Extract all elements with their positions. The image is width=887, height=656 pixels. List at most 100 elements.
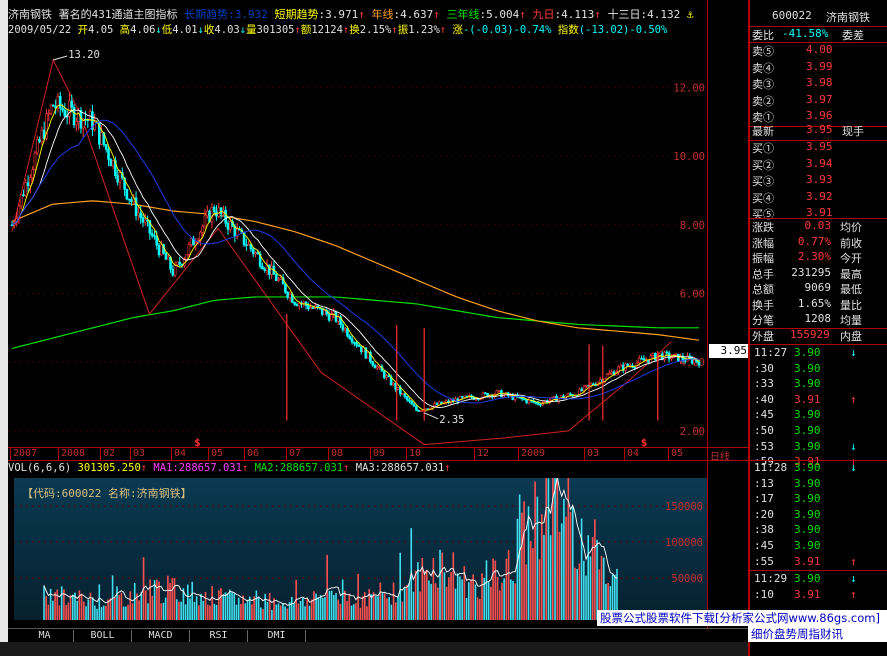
candle-body (263, 268, 267, 271)
stat-label: 总手 (752, 267, 774, 281)
tab-dmi[interactable]: DMI (248, 630, 306, 642)
sell-row: 卖⑤ 4.00 (750, 43, 887, 59)
tick-time: :45 (754, 539, 774, 552)
candle-body (210, 206, 214, 223)
candle-body (408, 399, 411, 402)
tick-time: :55 (754, 554, 774, 568)
price-chart[interactable]: 12.0010.008.006.004.002.0013.202.35$$ (8, 36, 708, 448)
turnover-value: 2.15% (359, 24, 392, 36)
stat-row: 涨跌 0.03 均价 (750, 219, 887, 235)
buy-level-price: 3.95 (806, 140, 833, 153)
watermark-banner[interactable]: 股票公式股票软件下载[分析家公式网www.86gs.com] (597, 610, 887, 626)
amplitude-value: 1.23% (408, 24, 440, 36)
low-label: 低 (161, 24, 173, 36)
candle-body (307, 305, 310, 310)
candle-body (642, 358, 646, 361)
three-year-value: :5.004 (479, 8, 520, 21)
date-tick-label: 09 (370, 448, 385, 460)
candle-body (284, 283, 287, 293)
price-axis-line (707, 0, 708, 628)
candle-body (279, 277, 283, 280)
candle-body (137, 212, 140, 216)
thirteen-day-value: :4.132 (640, 8, 681, 21)
candle-body (341, 324, 345, 331)
latest-row: 最新 3.95 现手 (750, 123, 887, 139)
tick-row: :40 3.91 ↑ (750, 393, 887, 409)
candle-body (353, 341, 356, 344)
candle-body (536, 402, 540, 405)
stat-row: 换手 1.65% 量比 (750, 297, 887, 313)
candle-body (118, 172, 122, 183)
tick-row: :17 3.90 (750, 492, 887, 508)
candle-body (359, 346, 363, 353)
tick-row: 11:29 3.90 ↓ (750, 572, 887, 588)
tick-price: 3.90 (794, 539, 821, 552)
candle-body (286, 292, 290, 298)
tick-time: :10 (754, 587, 774, 601)
turnover-label: 换 (349, 24, 360, 36)
candle-body (697, 361, 701, 366)
date-tick-label: 2009 (518, 448, 545, 460)
candle-body (619, 364, 623, 368)
tab-macd[interactable]: MACD (132, 630, 190, 642)
amplitude-label: 振 (397, 24, 409, 36)
tab-ma[interactable]: MA (16, 630, 74, 642)
year-line-label: 年线 (371, 8, 394, 21)
stat-label: 涨幅 (752, 236, 774, 250)
date-tick-label: 04 (171, 448, 186, 460)
tab-boll[interactable]: BOLL (74, 630, 132, 642)
trough-annotation: 2.35 (439, 414, 464, 426)
buy-row: 买④ 3.92 (750, 190, 887, 206)
candle-body (346, 328, 349, 337)
tick-price: 3.90 (794, 523, 821, 537)
candle-body (323, 310, 326, 315)
tab-rsi[interactable]: RSI (190, 630, 248, 642)
stat-label: 换手 (752, 298, 774, 312)
tick-row: :38 3.90 (750, 523, 887, 539)
candle-body (35, 139, 39, 154)
panel-header: 600022 济南钢铁 (750, 9, 887, 25)
candle-body (293, 301, 296, 305)
lock-icon[interactable]: ⚓ (687, 8, 694, 21)
stat-label-2: 最高 (840, 267, 862, 281)
tick-price: 3.90 (794, 346, 821, 359)
volume-value: 301305 (256, 24, 295, 36)
candle-body (497, 390, 501, 392)
candle-body (171, 268, 175, 276)
candle-body (212, 206, 216, 213)
ma-year-line (11, 200, 700, 341)
stat-value: 231295 (791, 265, 831, 279)
amount-value: 12124 (311, 24, 343, 36)
ma1-label: MA1: (153, 462, 179, 474)
candle-body (157, 244, 161, 256)
stat-row: 涨幅 0.77% 前收 (750, 235, 887, 251)
candle-body (297, 302, 301, 307)
weibi-row: 委比 -41.58% 委差 (750, 27, 887, 43)
candle-body (22, 194, 25, 196)
candle-body (104, 144, 108, 150)
change-value: -(-0.03)-0.74% (462, 24, 552, 36)
candle-body (332, 311, 335, 314)
candle-body (640, 357, 643, 360)
candle-body (19, 194, 23, 207)
candle-body (355, 342, 358, 346)
tick-up-arrow-icon: ↑ (850, 392, 857, 406)
candle-body (376, 366, 379, 369)
sell-level-label: 卖④ (752, 61, 774, 75)
candle-body (100, 132, 103, 145)
stat-label: 总额 (752, 283, 774, 296)
stat-label: 分笔 (752, 314, 774, 327)
weicha-label: 委差 (842, 29, 864, 42)
panel-separator (750, 570, 887, 571)
tick-row: :13 3.90 (750, 477, 887, 493)
tick-price: 3.90 (794, 492, 821, 506)
tick-price: 3.90 (794, 476, 821, 490)
date-tick-label: 2008 (58, 448, 85, 460)
tick-up-arrow-icon: ↑ (850, 587, 857, 601)
tick-time: 11:27 (754, 346, 788, 359)
tick-row: :33 3.90 (750, 377, 887, 393)
candle-body (226, 222, 230, 230)
latest-label: 最新 (752, 125, 774, 138)
buy-row: 买③ 3.93 (750, 173, 887, 189)
candle-body (433, 403, 437, 407)
